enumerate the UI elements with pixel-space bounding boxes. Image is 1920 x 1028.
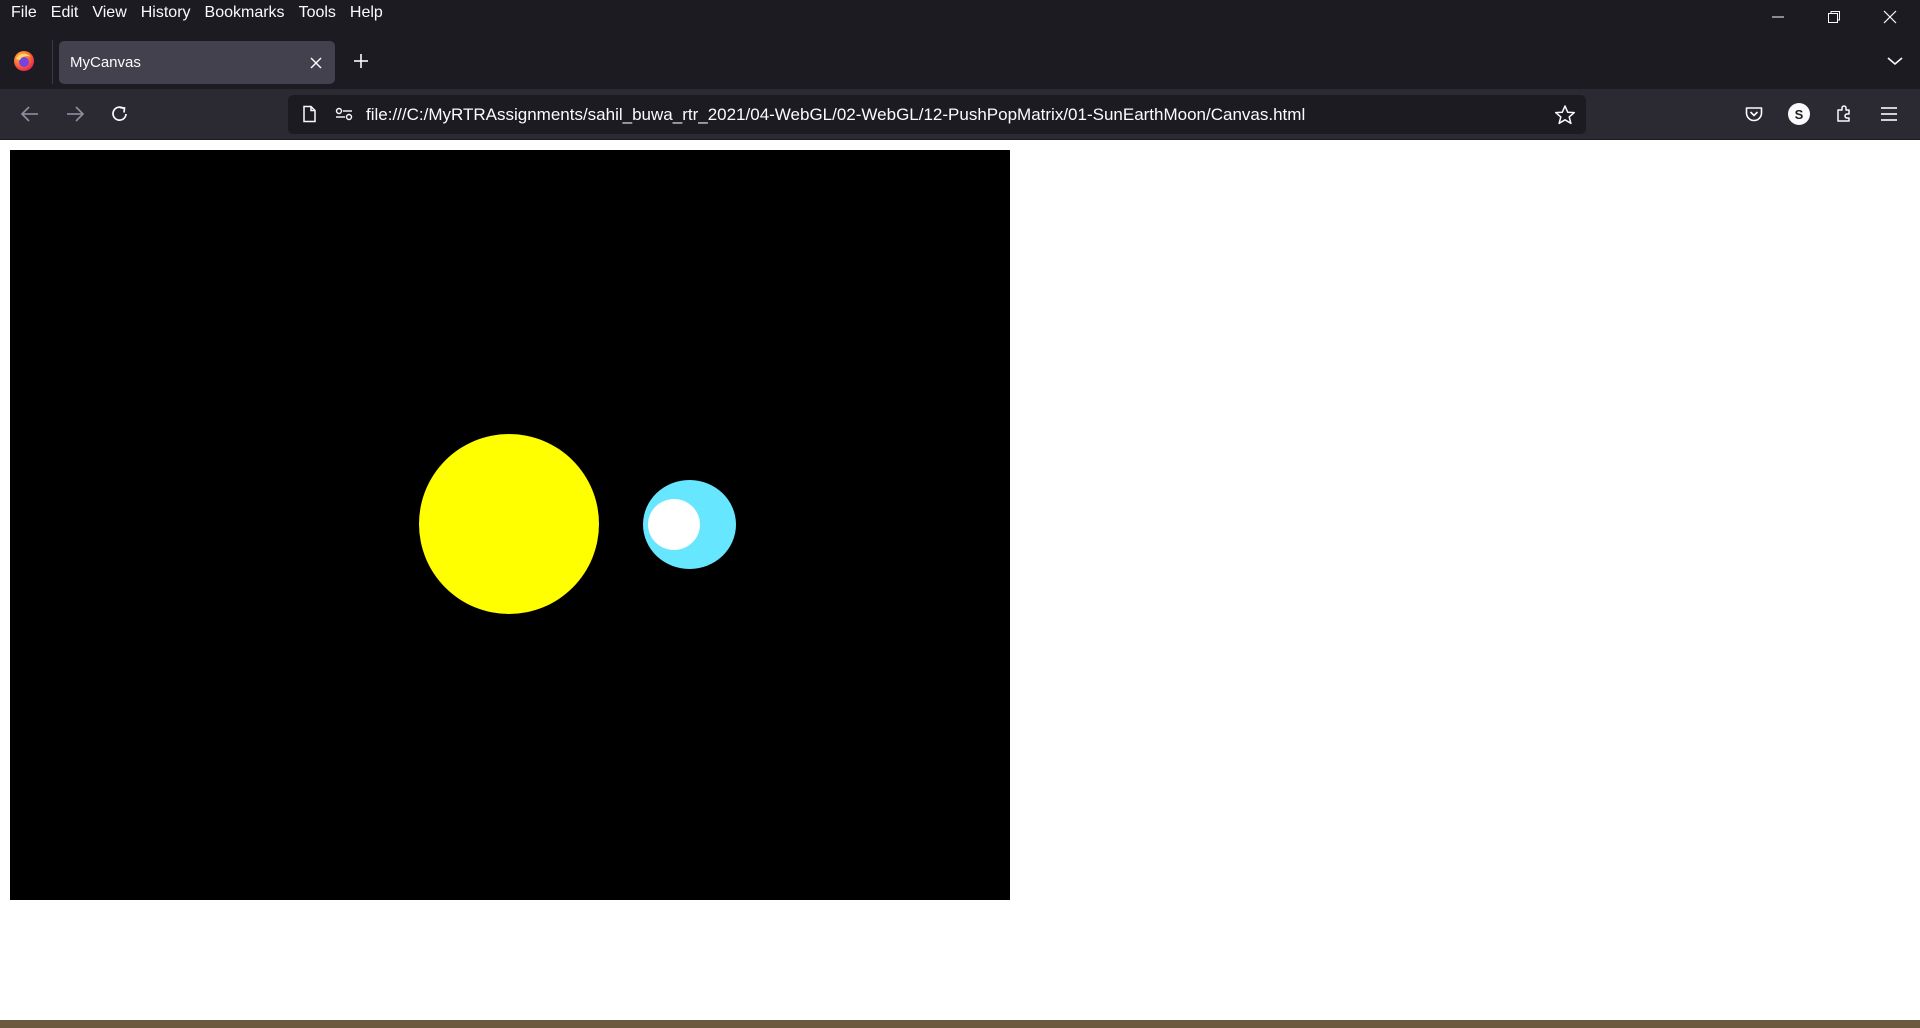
page-icon[interactable] xyxy=(298,103,320,125)
minimize-button[interactable] xyxy=(1750,0,1806,34)
open-menu-button[interactable] xyxy=(1872,97,1906,131)
tab-mycanvas[interactable]: MyCanvas xyxy=(59,41,335,84)
navigation-toolbar: file:///C:/MyRTRAssignments/sahil_buwa_r… xyxy=(0,89,1920,139)
list-all-tabs-button[interactable] xyxy=(1880,46,1910,76)
close-tab-button[interactable] xyxy=(301,48,331,78)
url-text[interactable]: file:///C:/MyRTRAssignments/sahil_buwa_r… xyxy=(366,95,1305,134)
permissions-icon[interactable] xyxy=(332,103,356,125)
tab-separator xyxy=(52,40,53,84)
hamburger-icon xyxy=(1881,107,1897,121)
star-icon xyxy=(1554,105,1576,125)
moon-sphere xyxy=(648,499,700,550)
pocket-button[interactable] xyxy=(1737,97,1771,131)
url-bar[interactable]: file:///C:/MyRTRAssignments/sahil_buwa_r… xyxy=(288,95,1586,134)
menu-file[interactable]: File xyxy=(4,1,44,25)
close-icon xyxy=(310,57,322,68)
webgl-canvas[interactable] xyxy=(10,150,1010,900)
close-window-button[interactable] xyxy=(1862,0,1918,34)
taskbar-edge xyxy=(0,1020,1920,1028)
minimize-icon xyxy=(1772,16,1784,18)
avatar: S xyxy=(1788,103,1810,125)
menu-bookmarks[interactable]: Bookmarks xyxy=(198,1,292,25)
sun-sphere xyxy=(419,434,599,614)
puzzle-icon xyxy=(1837,105,1850,122)
chevron-down-icon xyxy=(1887,57,1903,66)
reload-button[interactable] xyxy=(103,97,137,131)
new-tab-button[interactable] xyxy=(346,46,376,76)
close-icon xyxy=(1883,10,1897,24)
restore-button[interactable] xyxy=(1806,0,1862,34)
account-button[interactable]: S xyxy=(1782,97,1816,131)
menu-view[interactable]: View xyxy=(85,1,133,25)
restore-icon xyxy=(1828,11,1840,23)
menu-tools[interactable]: Tools xyxy=(292,1,343,25)
tab-title: MyCanvas xyxy=(70,54,141,71)
bookmark-star-button[interactable] xyxy=(1553,103,1577,127)
menu-bar: File Edit View History Bookmarks Tools H… xyxy=(0,0,390,26)
plus-icon xyxy=(354,54,368,68)
menu-edit[interactable]: Edit xyxy=(44,1,86,25)
firefox-logo-icon[interactable] xyxy=(13,50,35,72)
browser-chrome: File Edit View History Bookmarks Tools H… xyxy=(0,0,1920,140)
back-arrow-icon xyxy=(20,106,38,122)
forward-arrow-icon xyxy=(67,106,85,122)
reload-icon xyxy=(112,106,127,121)
pocket-icon xyxy=(1745,107,1763,122)
extensions-button[interactable] xyxy=(1827,97,1861,131)
menu-help[interactable]: Help xyxy=(343,1,390,25)
back-button[interactable] xyxy=(13,97,47,131)
menu-history[interactable]: History xyxy=(134,1,198,25)
forward-button[interactable] xyxy=(58,97,92,131)
